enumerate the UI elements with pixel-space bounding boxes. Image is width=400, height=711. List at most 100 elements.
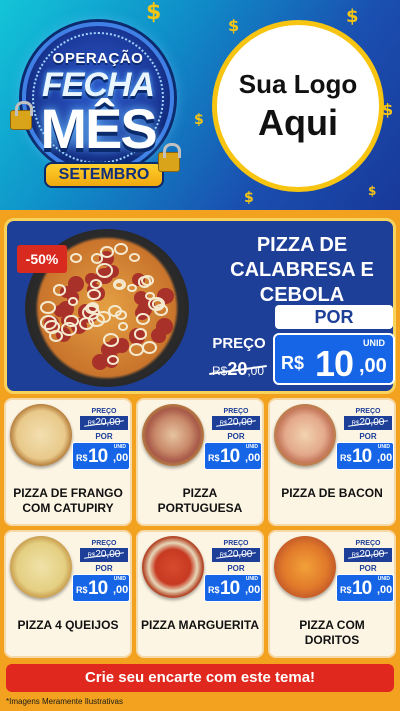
product-card[interactable]: PREÇOR$20,00 PORUNID R$10 ,00 PIZZA MARGUERI… (136, 530, 264, 658)
product-card[interactable]: PREÇOR$20,00 PORUNID R$10 ,00 PIZZA PORTUGUE… (136, 398, 264, 526)
new-price: UNID R$ 10 ,00 (336, 442, 394, 470)
badge-ribbon-setembro: SETEMBRO (44, 162, 164, 188)
onion-ring (87, 288, 101, 300)
preco-label: PREÇO (91, 540, 117, 547)
product-name: PIZZA DE BACON (281, 486, 383, 500)
onion-ring (40, 300, 56, 314)
product-card[interactable]: PREÇOR$20,00 PORUNID R$10 ,00 PIZZA DE FRANG… (4, 398, 132, 526)
price-currency: R$ (76, 585, 88, 595)
preco-label: PREÇO (223, 540, 249, 547)
onion-ring (129, 252, 141, 263)
padlock-icon (10, 101, 33, 130)
unit-label: UNID (377, 576, 390, 582)
create-flyer-button[interactable]: Crie seu encarte com este tema! (6, 664, 394, 692)
onion-ring (133, 328, 147, 340)
dollar-sign-decoration: $ (194, 112, 204, 128)
unit-label: UNID (363, 338, 385, 348)
product-name: PIZZA MARGUERITA (141, 618, 259, 632)
logo-placeholder[interactable]: Sua Logo Aqui (212, 20, 384, 192)
featured-product-card[interactable]: -50% PIZZA DE CALABRESA E CEBOLA POR PRE… (4, 218, 396, 394)
price-int: 10 (220, 578, 240, 599)
price-int: 10 (352, 446, 372, 467)
unit-label: UNID (377, 444, 390, 450)
disclaimer-text: *Imagens Meramente Ilustrativas (6, 697, 123, 706)
price-int: 10 (352, 578, 372, 599)
onion-ring (135, 313, 150, 325)
discount-badge: -50% (17, 245, 67, 273)
old-price: R$20,00 (212, 416, 260, 430)
preco-label: PREÇO (223, 408, 249, 415)
dollar-sign-decoration: $ (244, 190, 254, 206)
featured-old-price: R$20,00 (203, 359, 273, 380)
onion-ring (53, 284, 67, 296)
onion-ring (113, 243, 128, 256)
price-currency: R$ (208, 453, 220, 463)
old-price: R$20,00 (344, 548, 392, 562)
onion-ring (140, 275, 154, 287)
product-name: PIZZA PORTUGUESA (157, 486, 243, 515)
pepperoni-slice (91, 353, 109, 370)
old-price: R$20,00 (80, 416, 128, 430)
price-dec: ,00 (245, 584, 261, 596)
onion-ring (142, 340, 158, 354)
unit-label: UNID (113, 576, 126, 582)
price-dec: ,00 (113, 452, 129, 464)
pizza-image (142, 536, 204, 598)
pepperoni-slice (152, 330, 166, 344)
old-price: R$20,00 (80, 548, 128, 562)
new-price: UNID R$ 10 ,00 (336, 574, 394, 602)
dollar-sign-decoration: $ (346, 6, 359, 27)
pizza-image (10, 536, 72, 598)
onion-ring (118, 322, 129, 331)
por-label: POR (95, 564, 113, 573)
por-label: POR (359, 564, 377, 573)
featured-price-int: 10 (315, 343, 354, 384)
badge-line-operacao: OPERAÇÃO (52, 50, 144, 67)
pizza-image (10, 404, 72, 466)
price-currency: R$ (340, 585, 352, 595)
old-price: R$20,00 (344, 416, 392, 430)
unit-label: UNID (245, 444, 258, 450)
new-price: UNID R$ 10 ,00 (204, 442, 262, 470)
onion-ring (127, 283, 138, 293)
onion-ring (89, 279, 102, 290)
price-dec: ,00 (377, 452, 393, 464)
old-price: R$20,00 (212, 548, 260, 562)
dollar-sign-decoration: $ (368, 184, 377, 198)
onion-ring (113, 278, 127, 290)
featured-new-price: UNID R$ 10 ,00 (273, 333, 395, 385)
dollar-sign-decoration: $ (228, 16, 240, 35)
pizza-image (142, 404, 204, 466)
padlock-icon (158, 143, 181, 172)
featured-product-title: PIZZA DE CALABRESA E CEBOLA (230, 234, 374, 306)
product-card[interactable]: PREÇOR$20,00 PORUNID R$10 ,00 PIZZA 4 QUEIJO… (4, 530, 132, 658)
header-banner: $ $ $ $ $ $ $ OPERAÇÃO FECHA MÊS SETEMBR… (0, 0, 400, 210)
new-price: UNID R$ 10 ,00 (204, 574, 262, 602)
logo-placeholder-line1: Sua Logo (238, 68, 358, 99)
product-card[interactable]: PREÇOR$20,00 PORUNID R$10 ,00 PIZZA COM DORI… (268, 530, 396, 658)
unit-label: UNID (245, 576, 258, 582)
product-card[interactable]: PREÇOR$20,00 PORUNID R$10 ,00 PIZZA DE BACON (268, 398, 396, 526)
new-price: UNID R$ 10 ,00 (72, 574, 130, 602)
price-dec: ,00 (377, 584, 393, 596)
featured-preco-label: PREÇO (212, 335, 266, 352)
featured-price-dec: ,00 (359, 355, 387, 377)
new-price: UNID R$ 10 ,00 (72, 442, 130, 470)
price-currency: R$ (340, 453, 352, 463)
product-name: PIZZA COM DORITOS (299, 618, 365, 647)
pizza-image (274, 404, 336, 466)
price-currency: R$ (76, 453, 88, 463)
preco-label: PREÇO (355, 540, 381, 547)
por-label: POR (359, 432, 377, 441)
por-label: POR (227, 564, 245, 573)
preco-label: PREÇO (355, 408, 381, 415)
onion-ring (115, 310, 127, 321)
onion-ring (70, 253, 83, 264)
price-currency: R$ (208, 585, 220, 595)
featured-price-currency: R$ (281, 353, 305, 373)
price-dec: ,00 (245, 452, 261, 464)
onion-ring (151, 299, 163, 309)
price-dec: ,00 (113, 584, 129, 596)
onion-ring (67, 296, 78, 306)
price-int: 10 (88, 578, 108, 599)
